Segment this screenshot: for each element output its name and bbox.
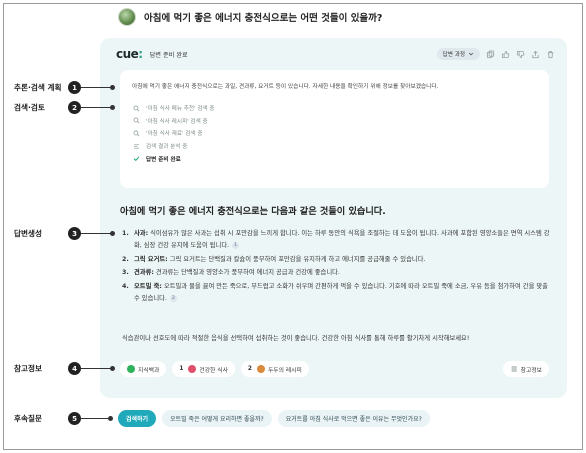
- citation-badge[interactable]: 2: [169, 294, 177, 302]
- followup-suggestion[interactable]: 오트밀 죽은 어떻게 요리하면 좋을까?: [162, 410, 272, 427]
- avatar: [118, 8, 136, 26]
- list-item: 4. 오트밀 죽: 오트밀과 물을 끓여 만든 죽으로, 부드럽고 소화가 쉬우…: [122, 282, 548, 303]
- search-icon: [132, 129, 140, 137]
- annotation-3: 답변생성 3: [14, 227, 115, 240]
- chevron-down-icon: [468, 52, 474, 56]
- answer-title: 아침에 먹기 좋은 에너지 충전식으로는 다음과 같은 것들이 있습니다.: [120, 206, 386, 217]
- card-header: cue: 답변 준비 완료 답변 과정: [116, 46, 555, 62]
- thumbs-down-icon[interactable]: [516, 50, 525, 59]
- annotation-5: 후속질문 5: [14, 412, 113, 425]
- annotation-line: [81, 105, 115, 110]
- annotation-2: 검색·검토 2: [14, 101, 115, 114]
- search-steps: '아침 식사 메뉴 추천' 검색 중 '아침 식사 레시피' 검색 중 '아침 …: [132, 102, 215, 165]
- delete-icon[interactable]: [546, 50, 555, 59]
- annotation-line: [81, 366, 115, 371]
- annotation-4: 참고정보 4: [14, 362, 115, 375]
- annotation-line: [81, 231, 115, 236]
- list-icon: [511, 366, 517, 372]
- source-thumbnail-icon: [188, 365, 197, 373]
- list-item: 1. 사과: 식이섬유가 많은 사과는 섭취 시 포만감을 느끼게 합니다. 이…: [122, 230, 550, 250]
- analysis-step: 검색 결과 분석 중: [132, 140, 215, 153]
- reference-chip-1[interactable]: 1 건강한 식사: [172, 361, 235, 377]
- annotation-line: [81, 85, 115, 90]
- knowledge-icon: [127, 365, 135, 373]
- list-icon: [132, 142, 140, 150]
- search-button[interactable]: 검색하기: [118, 410, 157, 427]
- search-icon: [132, 104, 140, 112]
- followup-row: 검색하기 오트밀 죽은 어떻게 요리하면 좋을까? 요거트를 아침 식사로 먹으…: [118, 410, 430, 427]
- answer-card: cue: 답변 준비 완료 답변 과정 아침에 먹기 좋은 에너지 충전식으로는…: [100, 38, 567, 398]
- process-toggle-button[interactable]: 답변 과정: [436, 48, 480, 60]
- list-item: 3. 견과류: 견과류는 단백질과 영양소가 풍부하여 에너지 공급과 건강에 …: [122, 269, 340, 277]
- cue-logo: cue:: [116, 47, 143, 61]
- list-item: 2. 그릭 요거트: 그릭 요거트는 단백질과 칼슘이 풍부하여 포만감을 유지…: [122, 255, 426, 263]
- reference-more-button[interactable]: 참고정보: [502, 361, 549, 377]
- answer-summary: 식습관이나 선호도에 따라 적절한 음식을 선택하여 섭취하는 것이 좋습니다.…: [122, 335, 470, 342]
- annotation-1: 추론·검색 계획 1: [14, 81, 115, 94]
- thumbs-up-icon[interactable]: [501, 50, 510, 59]
- reference-chip-knowledge[interactable]: 지식백과: [120, 361, 167, 377]
- answer-list: 1. 사과: 식이섬유가 많은 사과는 섭취 시 포만감을 느끼게 합니다. 이…: [122, 228, 552, 306]
- search-step: '아침 식사 메뉴 추천' 검색 중: [132, 102, 215, 115]
- search-icon: [132, 117, 140, 125]
- check-icon: [132, 155, 140, 163]
- header-actions: 답변 과정: [436, 48, 555, 60]
- search-step: '아침 식사 재료' 검색 중: [132, 127, 215, 140]
- source-thumbnail-icon: [256, 365, 265, 373]
- copy-icon[interactable]: [486, 49, 495, 59]
- citation-badge[interactable]: 1: [232, 241, 240, 249]
- reference-chip-2[interactable]: 2 두두의 레시피: [240, 361, 309, 377]
- question-text: 아침에 먹기 좋은 에너지 충전식으로는 어떤 것들이 있을까?: [144, 13, 383, 24]
- user-question: 아침에 먹기 좋은 에너지 충전식으로는 어떤 것들이 있을까?: [118, 7, 382, 27]
- reference-row: 지식백과 1 건강한 식사 2 두두의 레시피 참고정보: [120, 360, 549, 378]
- plan-text: 아침에 먹기 좋은 에너지 충전식으로는 과일, 견과류, 요거트 등이 있습니…: [132, 84, 439, 90]
- search-step: '아침 식사 레시피' 검색 중: [132, 115, 215, 128]
- status-label: 답변 준비 완료: [149, 51, 188, 59]
- followup-suggestion[interactable]: 요거트를 아침 식사로 먹으면 좋은 이유는 무엇인가요?: [277, 410, 430, 427]
- annotation-line: [81, 416, 113, 421]
- complete-step: 답변 준비 완료: [132, 152, 215, 165]
- share-icon[interactable]: [531, 50, 540, 59]
- search-plan-box: 아침에 먹기 좋은 에너지 충전식으로는 과일, 견과류, 요거트 등이 있습니…: [120, 70, 549, 188]
